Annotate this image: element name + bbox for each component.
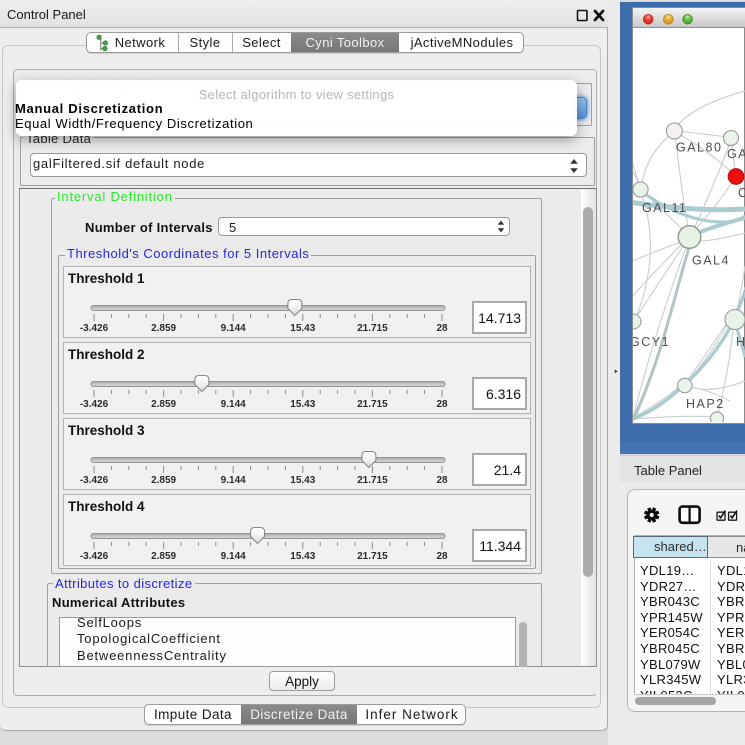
svg-text:2.859: 2.859 [151, 551, 176, 562]
svg-text:21.715: 21.715 [357, 475, 388, 486]
svg-text:GAL80: GAL80 [676, 141, 722, 155]
svg-text:15.43: 15.43 [290, 475, 315, 486]
svg-text:9.144: 9.144 [221, 551, 246, 562]
svg-text:HAP2: HAP2 [686, 397, 725, 411]
svg-text:9.144: 9.144 [221, 475, 246, 486]
svg-text:GAL4: GAL4 [692, 254, 730, 268]
svg-text:2.859: 2.859 [151, 475, 176, 486]
svg-text:-3.426: -3.426 [80, 323, 109, 334]
svg-text:C: C [738, 186, 745, 200]
svg-text:-3.426: -3.426 [80, 551, 109, 562]
svg-text:28: 28 [436, 551, 448, 562]
svg-text:-3.426: -3.426 [80, 475, 109, 486]
svg-text:H: H [736, 335, 745, 349]
svg-text:21.715: 21.715 [357, 399, 388, 410]
svg-text:21.715: 21.715 [357, 551, 388, 562]
svg-text:2.859: 2.859 [151, 399, 176, 410]
svg-text:15.43: 15.43 [290, 551, 315, 562]
svg-text:GAL11: GAL11 [642, 201, 688, 215]
svg-text:15.43: 15.43 [290, 399, 315, 410]
svg-text:28: 28 [436, 323, 448, 334]
svg-text:9.144: 9.144 [221, 399, 246, 410]
svg-text:15.43: 15.43 [290, 323, 315, 334]
svg-text:28: 28 [436, 399, 448, 410]
svg-text:9.144: 9.144 [221, 323, 246, 334]
svg-text:-3.426: -3.426 [80, 399, 109, 410]
svg-text:28: 28 [436, 475, 448, 486]
svg-text:2.859: 2.859 [151, 323, 176, 334]
svg-text:GCY1: GCY1 [633, 335, 670, 349]
svg-text:21.715: 21.715 [357, 323, 388, 334]
svg-text:GA: GA [727, 147, 745, 161]
